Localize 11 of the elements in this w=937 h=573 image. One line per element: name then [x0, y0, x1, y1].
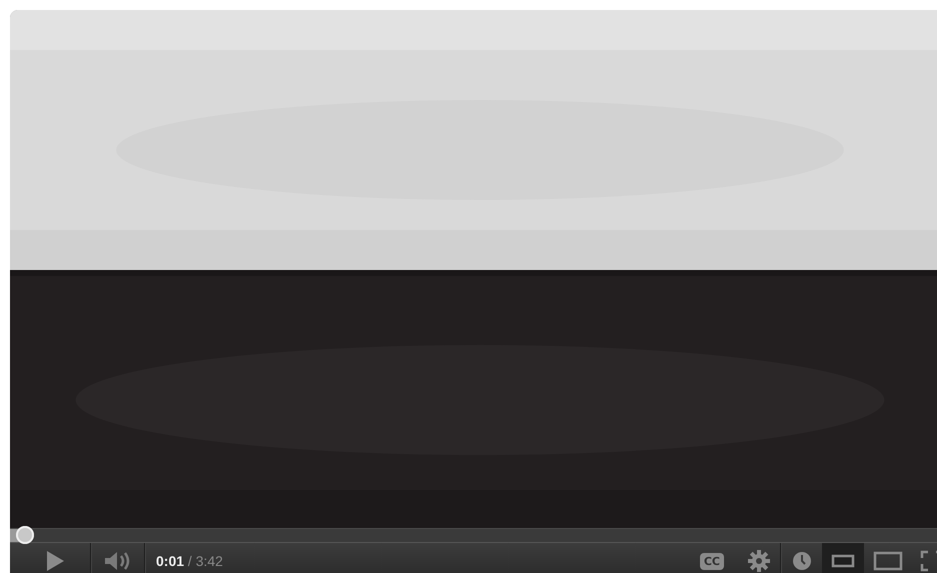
time-display: 0:01 / 3:42 [155, 553, 223, 569]
captions-button[interactable]: CC [700, 552, 724, 570]
small-player-button[interactable] [822, 543, 864, 573]
play-icon [45, 550, 65, 572]
small-rectangle-icon [831, 553, 855, 569]
settings-icon [748, 550, 770, 572]
progress-track[interactable] [10, 528, 937, 543]
fullscreen-icon [920, 550, 937, 572]
speaker-icon [104, 551, 132, 571]
clock-icon [792, 551, 812, 571]
large-rectangle-icon [873, 551, 903, 571]
